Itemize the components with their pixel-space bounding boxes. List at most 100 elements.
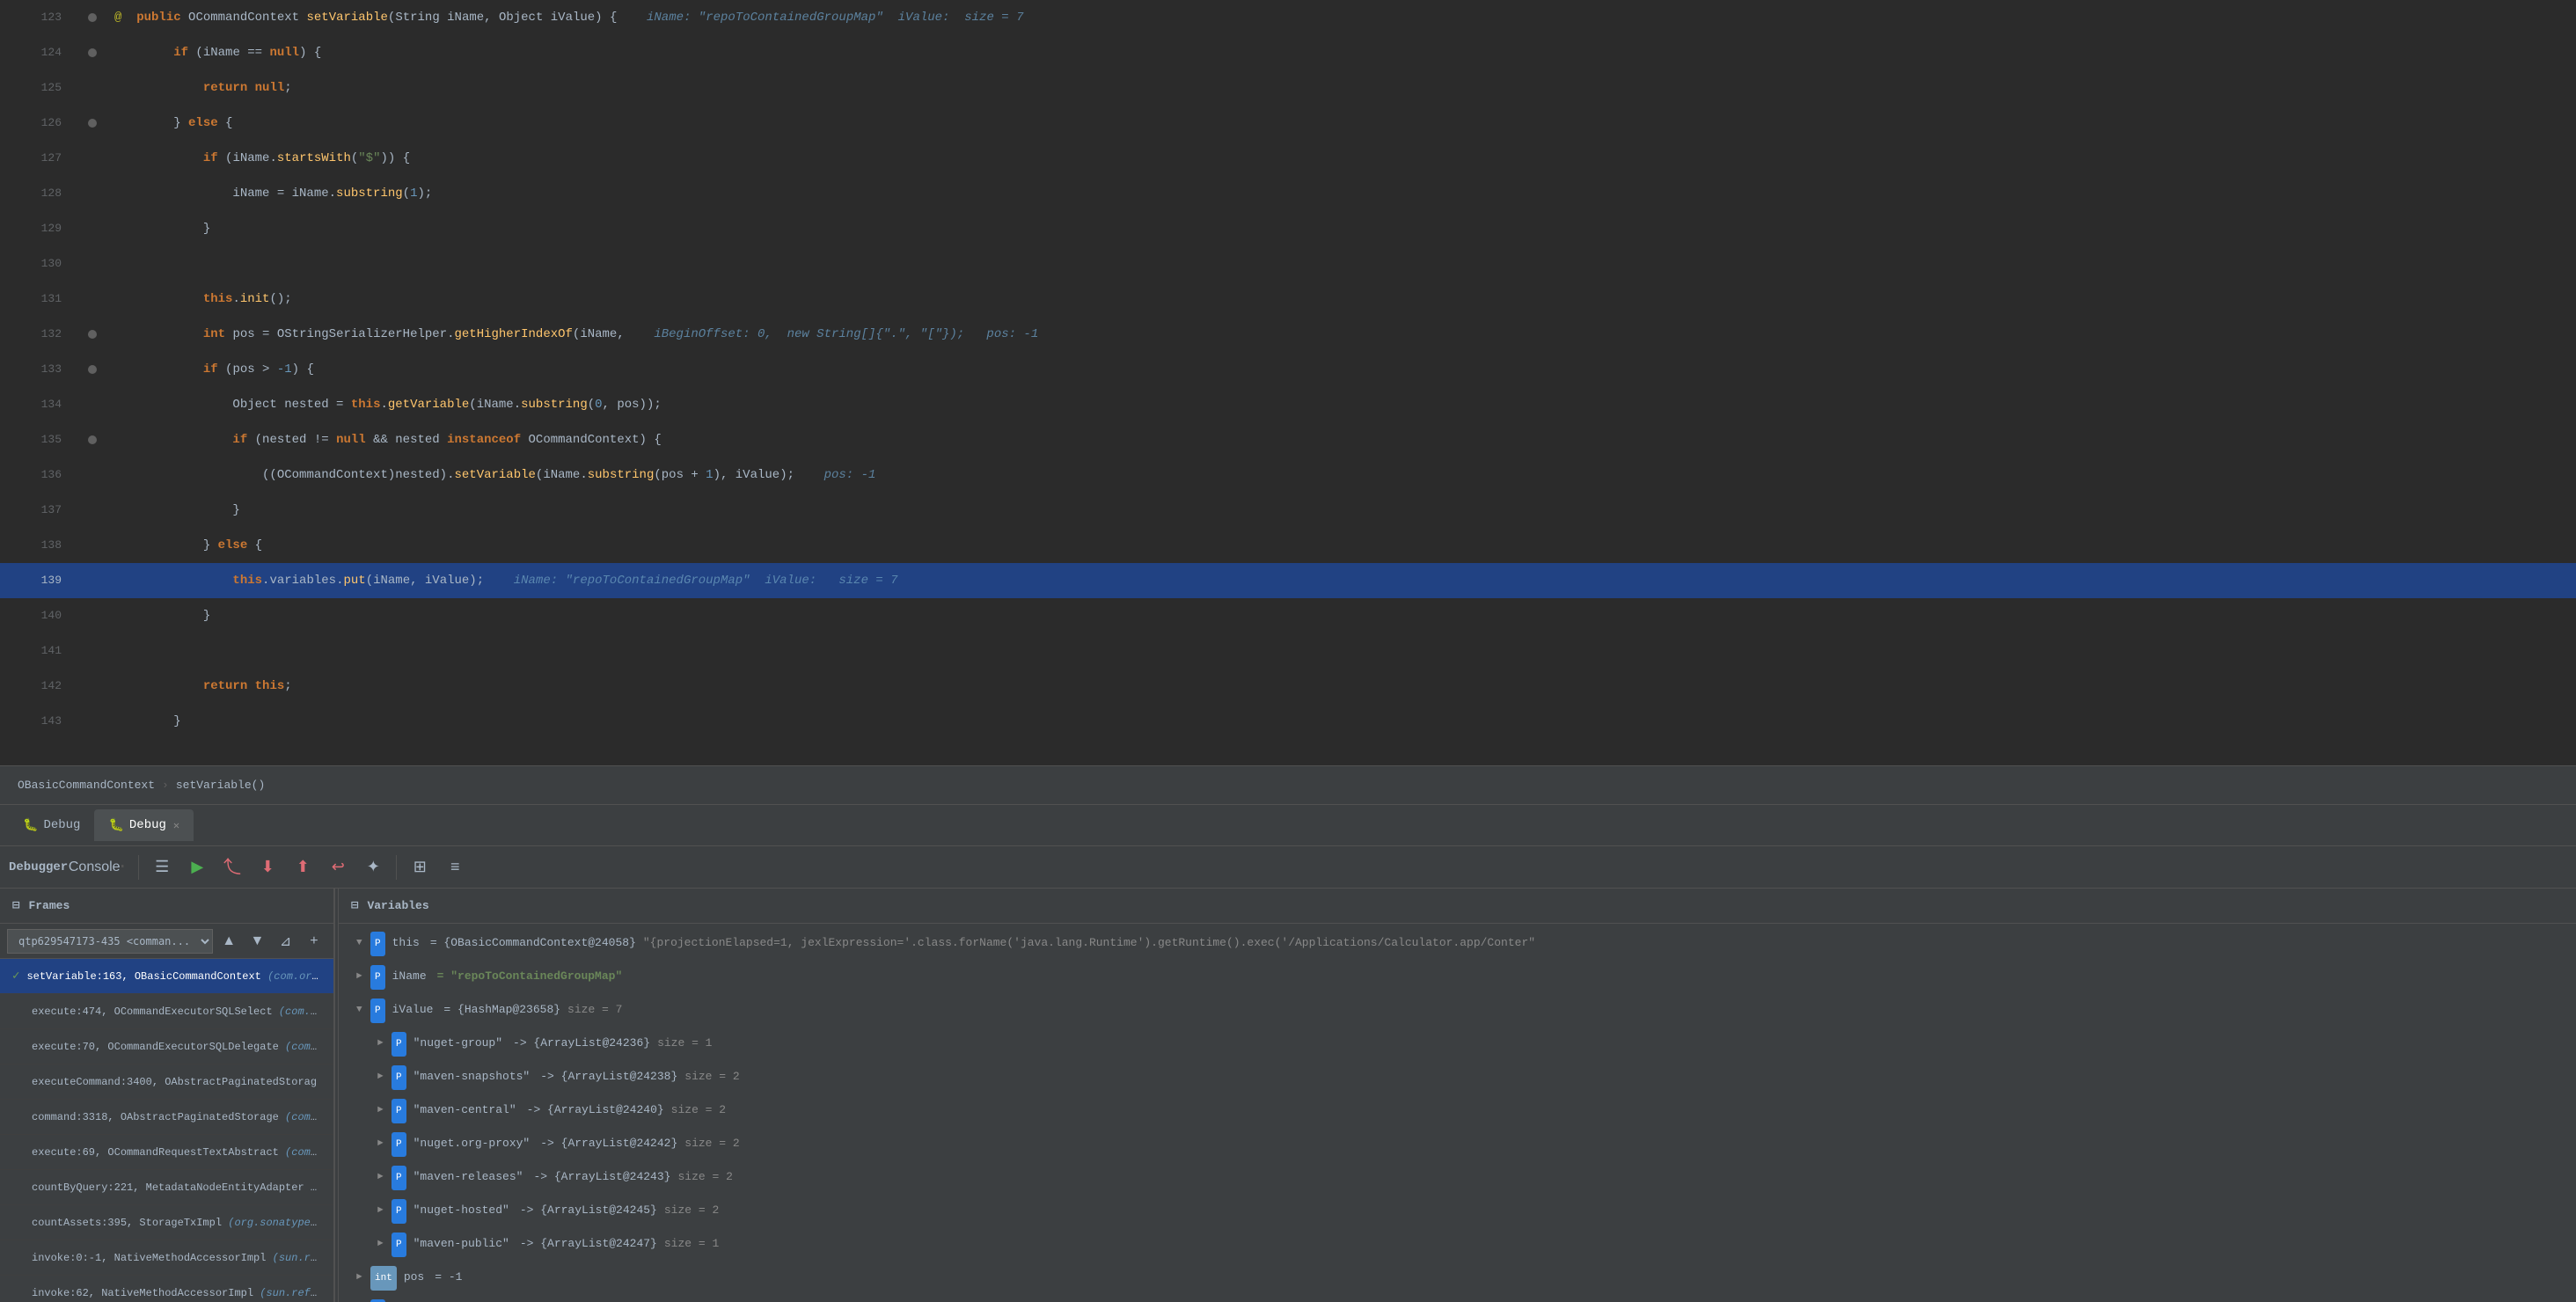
- frame-item[interactable]: command:3318, OAbstractPaginatedStorage …: [0, 1100, 333, 1135]
- expand-arrow[interactable]: ▼: [356, 932, 370, 946]
- var-value: -> {ArrayList@24240}: [527, 1099, 664, 1122]
- breadcrumb-class: OBasicCommandContext: [18, 779, 155, 792]
- var-item[interactable]: ►intpos = -1: [339, 1262, 2576, 1295]
- resume-btn[interactable]: ▶: [181, 852, 213, 883]
- var-value: -> {ArrayList@24243}: [533, 1166, 670, 1189]
- thread-dropdown[interactable]: qtp629547173-435 <comman...: [7, 929, 213, 954]
- code-line-123: 123 @ public OCommandContext setVariable(…: [0, 0, 2576, 35]
- step-over-icon: ⤵: [223, 854, 241, 880]
- breadcrumb-method: setVariable(): [176, 779, 265, 792]
- frames-filter-btn[interactable]: ⊿: [274, 925, 298, 957]
- line-gutter: [79, 563, 106, 598]
- code-content: }: [106, 704, 2576, 739]
- var-meta: size = 7: [567, 998, 622, 1021]
- gutter-dot: [88, 435, 97, 444]
- line-number: 123: [0, 0, 79, 35]
- frame-item[interactable]: invoke:62, NativeMethodAccessorImpl (sun…: [0, 1276, 333, 1302]
- expand-arrow[interactable]: ►: [377, 1132, 392, 1146]
- var-type-badge: P: [370, 932, 385, 956]
- var-type-badge: P: [392, 1065, 406, 1090]
- code-line-133: 133 if (pos > -1) {: [0, 352, 2576, 387]
- step-over-btn[interactable]: ⤵: [216, 852, 248, 883]
- frame-item[interactable]: execute:70, OCommandExecutorSQLDelegate …: [0, 1029, 333, 1064]
- var-item[interactable]: ►Pthis.variables = {HashMap@24189} size …: [339, 1295, 2576, 1302]
- tab-debug-1[interactable]: 🐛 Debug: [9, 809, 94, 841]
- frame-item[interactable]: execute:69, OCommandRequestTextAbstract …: [0, 1135, 333, 1170]
- evaluate-btn[interactable]: ✦: [357, 852, 389, 883]
- code-content: if (nested != null && nested instanceof …: [106, 422, 2576, 457]
- code-content: int pos = OStringSerializerHelper.getHig…: [106, 317, 2576, 352]
- code-content: return null;: [106, 70, 2576, 106]
- line-gutter: [79, 704, 106, 739]
- gutter-dot: [88, 119, 97, 128]
- code-line-140: 140 }: [0, 598, 2576, 633]
- line-number: 142: [0, 669, 79, 704]
- line-number: 135: [0, 422, 79, 457]
- var-item[interactable]: ►P"nuget-group" -> {ArrayList@24236} siz…: [339, 1028, 2576, 1061]
- var-item[interactable]: ►P"maven-snapshots" -> {ArrayList@24238}…: [339, 1061, 2576, 1094]
- frame-item[interactable]: ✓setVariable:163, OBasicCommandContext (…: [0, 959, 333, 994]
- var-value: = {OBasicCommandContext@24058}: [430, 932, 636, 955]
- expand-arrow[interactable]: ►: [377, 1032, 392, 1046]
- line-gutter: [79, 422, 106, 457]
- debug-icon-2: 🐛: [108, 818, 123, 833]
- frame-item[interactable]: countByQuery:221, MetadataNodeEntityAdap…: [0, 1170, 333, 1205]
- debugger-label: Debugger: [9, 860, 68, 874]
- frames-down-btn[interactable]: ▼: [245, 925, 269, 957]
- frames-add-btn[interactable]: +: [302, 925, 326, 957]
- line-number: 138: [0, 528, 79, 563]
- code-line-131: 131 this.init();: [0, 282, 2576, 317]
- frame-item[interactable]: executeCommand:3400, OAbstractPaginatedS…: [0, 1064, 333, 1100]
- debugger-toolbar: Debugger Console · ☰ ▶ ⤵ ⬇ ⬆ ↩ ✦ ⊞ ≡: [0, 846, 2576, 889]
- frames-list-btn[interactable]: ☰: [146, 852, 178, 883]
- resume-icon: ▶: [191, 858, 203, 876]
- expand-arrow[interactable]: ►: [377, 1065, 392, 1079]
- code-content: iName = iName.substring(1);: [106, 176, 2576, 211]
- gutter-dot: [88, 48, 97, 57]
- var-item[interactable]: ►P"nuget-hosted" -> {ArrayList@24245} si…: [339, 1195, 2576, 1228]
- var-type-badge: P: [392, 1233, 406, 1257]
- step-out-btn[interactable]: ⬆: [287, 852, 318, 883]
- line-gutter: [79, 457, 106, 493]
- frames-up-btn[interactable]: ▲: [216, 925, 241, 957]
- var-item[interactable]: ►P"maven-public" -> {ArrayList@24247} si…: [339, 1228, 2576, 1262]
- code-content: ((OCommandContext)nested).setVariable(iN…: [106, 457, 2576, 493]
- console-btn[interactable]: Console: [78, 852, 110, 883]
- line-gutter: [79, 493, 106, 528]
- var-item[interactable]: ►P"nuget.org-proxy" -> {ArrayList@24242}…: [339, 1128, 2576, 1161]
- debug-icon-1: 🐛: [23, 818, 38, 833]
- line-gutter: [79, 598, 106, 633]
- list-view-btn[interactable]: ≡: [439, 852, 471, 883]
- var-item[interactable]: ▼Pthis = {OBasicCommandContext@24058} "{…: [339, 927, 2576, 961]
- var-type-badge: int: [370, 1266, 397, 1291]
- frame-item[interactable]: countAssets:395, StorageTxImpl (org.sona…: [0, 1205, 333, 1240]
- var-item[interactable]: ▼PiValue = {HashMap@23658} size = 7: [339, 994, 2576, 1028]
- gutter-dot: [88, 365, 97, 374]
- var-value: = {HashMap@23658}: [443, 998, 560, 1021]
- expand-arrow[interactable]: ►: [356, 1266, 370, 1280]
- var-name: "maven-releases": [413, 1166, 523, 1189]
- var-item[interactable]: ►P"maven-releases" -> {ArrayList@24243} …: [339, 1161, 2576, 1195]
- expand-arrow[interactable]: ►: [377, 1166, 392, 1180]
- frame-item[interactable]: execute:474, OCommandExecutorSQLSelect (…: [0, 994, 333, 1029]
- tab-debug-2[interactable]: 🐛 Debug ✕: [94, 809, 194, 841]
- var-item[interactable]: ►P"maven-central" -> {ArrayList@24240} s…: [339, 1094, 2576, 1128]
- var-meta: "{projectionElapsed=1, jexlExpression='.…: [643, 932, 1535, 955]
- var-meta: size = 2: [684, 1132, 739, 1155]
- code-line-138: 138 } else {: [0, 528, 2576, 563]
- run-to-cursor-btn[interactable]: ↩: [322, 852, 354, 883]
- code-line-130: 130: [0, 246, 2576, 282]
- step-into-btn[interactable]: ⬇: [252, 852, 283, 883]
- expand-arrow[interactable]: ►: [377, 1199, 392, 1213]
- var-item[interactable]: ►PiName = "repoToContainedGroupMap": [339, 961, 2576, 994]
- expand-arrow[interactable]: ►: [377, 1233, 392, 1247]
- expand-arrow[interactable]: ▼: [356, 998, 370, 1013]
- tab-close-icon[interactable]: ✕: [173, 819, 179, 832]
- grid-view-btn[interactable]: ⊞: [404, 852, 435, 883]
- var-meta: size = 2: [671, 1099, 726, 1122]
- expand-arrow[interactable]: ►: [356, 965, 370, 979]
- code-content: @ public OCommandContext setVariable(Str…: [106, 0, 2576, 35]
- var-name: "nuget-hosted": [413, 1199, 509, 1222]
- expand-arrow[interactable]: ►: [377, 1099, 392, 1113]
- frame-item[interactable]: invoke:0:-1, NativeMethodAccessorImpl (s…: [0, 1240, 333, 1276]
